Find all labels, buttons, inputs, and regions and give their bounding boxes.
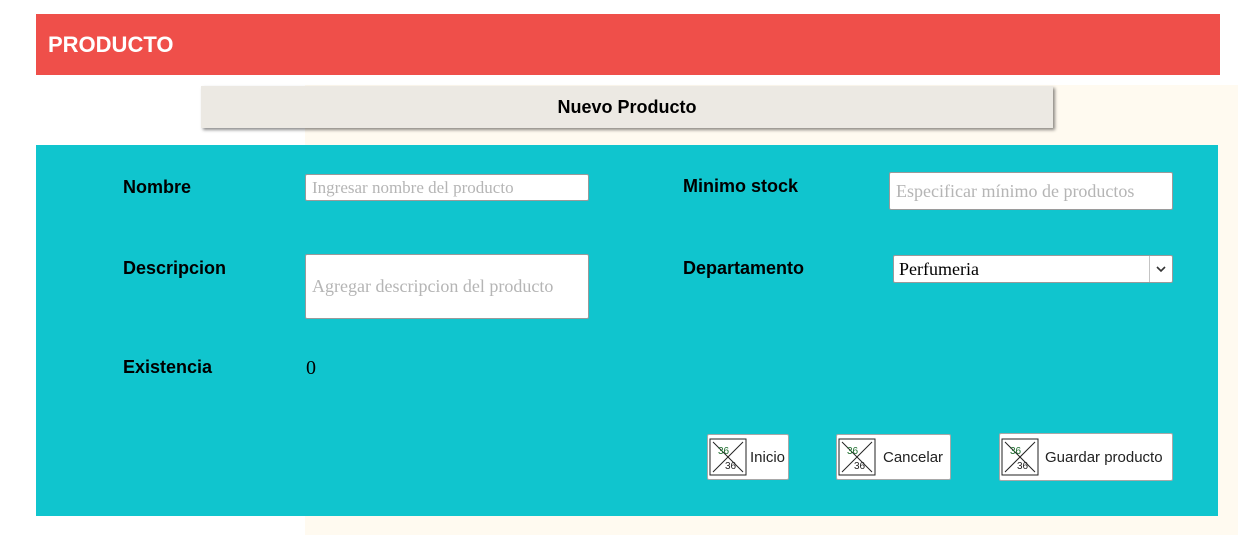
descripcion-placeholder: Agregar descripcion del producto bbox=[312, 276, 554, 296]
existencia-label: Existencia bbox=[123, 357, 213, 377]
svg-text:36: 36 bbox=[854, 461, 866, 472]
svg-text:36: 36 bbox=[725, 461, 737, 472]
descripcion-label: Descripcion bbox=[123, 258, 227, 278]
svg-text:36: 36 bbox=[1010, 446, 1022, 457]
svg-text:36: 36 bbox=[1017, 461, 1029, 472]
svg-text:36: 36 bbox=[847, 446, 859, 457]
product-form-panel: Nombre Descripcion Agregar descripcion d… bbox=[36, 145, 1218, 516]
minimo-stock-label: Minimo stock bbox=[683, 176, 799, 196]
chevron-down-icon bbox=[1149, 256, 1172, 282]
cancelar-button[interactable]: 36 36 Cancelar bbox=[836, 434, 951, 480]
broken-image-icon: 36 36 bbox=[838, 438, 876, 476]
page-header: PRODUCTO bbox=[36, 14, 1220, 75]
departamento-select[interactable]: Perfumeria bbox=[893, 255, 1173, 283]
inicio-label: Inicio bbox=[750, 448, 786, 466]
minimo-stock-input[interactable] bbox=[889, 172, 1173, 210]
descripcion-textarea[interactable]: Agregar descripcion del producto bbox=[305, 254, 589, 319]
inicio-button[interactable]: 36 36 Inicio bbox=[707, 434, 789, 480]
section-title: Nuevo Producto bbox=[557, 97, 697, 117]
cancelar-label: Cancelar bbox=[883, 448, 944, 466]
guardar-producto-label: Guardar producto bbox=[1045, 448, 1163, 466]
guardar-producto-button[interactable]: 36 36 Guardar producto bbox=[999, 433, 1173, 481]
departamento-selected: Perfumeria bbox=[899, 258, 979, 279]
page-title: PRODUCTO bbox=[48, 32, 174, 57]
section-title-bar: Nuevo Producto bbox=[201, 86, 1053, 128]
broken-image-icon: 36 36 bbox=[709, 438, 747, 476]
departamento-label: Departamento bbox=[683, 258, 805, 278]
nombre-input[interactable] bbox=[305, 174, 589, 201]
svg-text:36: 36 bbox=[718, 446, 730, 457]
nombre-label: Nombre bbox=[123, 177, 192, 197]
existencia-value: 0 bbox=[306, 357, 316, 379]
broken-image-icon: 36 36 bbox=[1001, 438, 1039, 476]
